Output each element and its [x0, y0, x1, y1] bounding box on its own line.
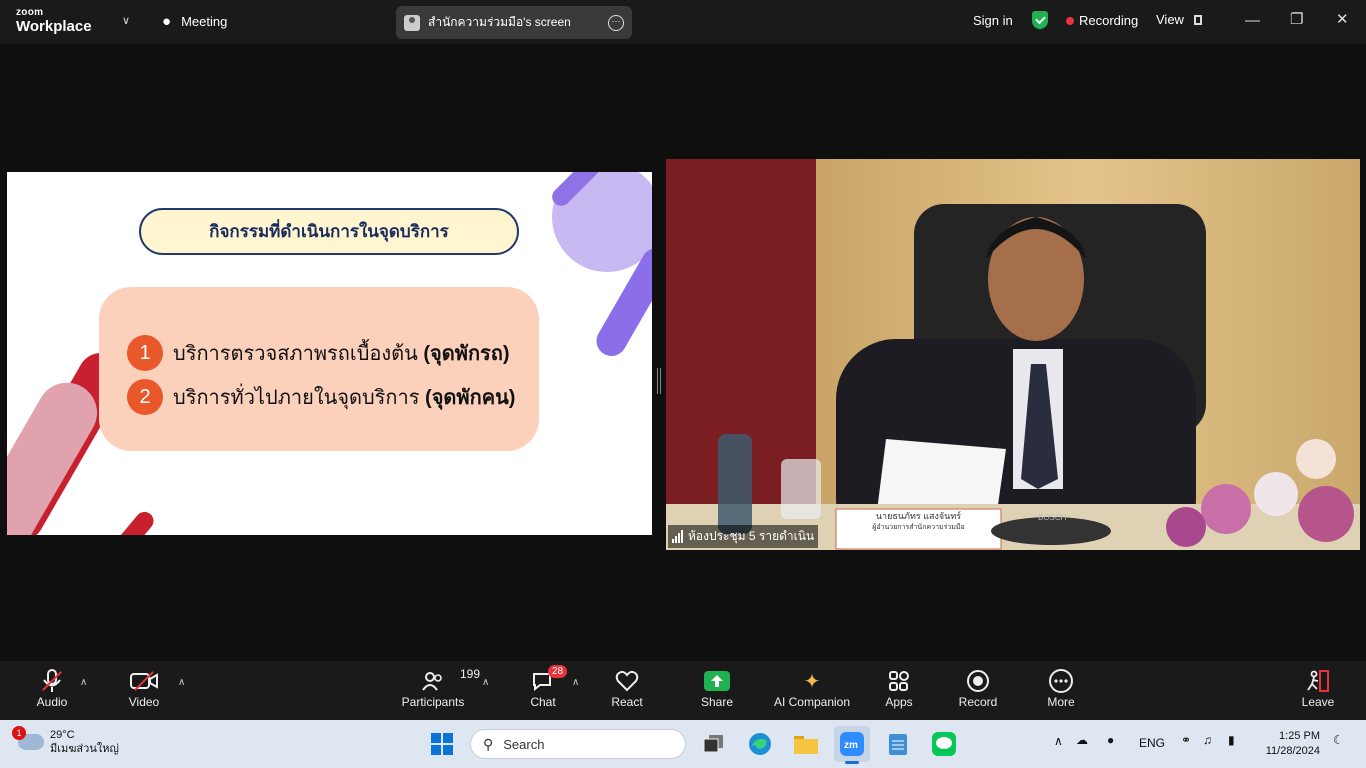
participants-count: 199: [460, 667, 481, 681]
record-icon: [966, 667, 990, 695]
apps-icon: [888, 667, 910, 695]
list-item: 2 บริการทั่วไปภายในจุดบริการ (จุดพักคน): [127, 379, 515, 415]
security-shield-icon[interactable]: [1032, 11, 1048, 29]
folder-icon: [794, 736, 818, 754]
start-button[interactable]: [424, 726, 460, 762]
chat-icon: 28: [532, 665, 568, 695]
taskbar-search-input[interactable]: ⚲ Search: [470, 729, 686, 759]
notepad-icon: [889, 734, 907, 755]
participants-icon: 199: [422, 667, 480, 695]
weather-widget[interactable]: 1 29°C มีเมฆส่วนใหญ่: [12, 726, 119, 757]
file-explorer-button[interactable]: [788, 726, 824, 762]
shared-slide: กิจกรรมที่ดำเนินการในจุดบริการ 1 บริการต…: [7, 172, 652, 535]
title-bar: zoom Workplace ∨ ● Meeting สำนักความร่วม…: [0, 0, 1366, 44]
chat-options-caret[interactable]: ∧: [572, 677, 579, 688]
microphone-muted-icon: [41, 667, 63, 695]
mic-brand-label: BOSCH: [1038, 513, 1067, 522]
recording-indicator[interactable]: Recording: [1066, 13, 1138, 28]
microphone-icon[interactable]: ●: [1107, 733, 1114, 747]
view-button[interactable]: View: [1156, 12, 1202, 27]
record-button[interactable]: Record: [933, 667, 1023, 709]
apps-button[interactable]: Apps: [854, 667, 944, 709]
user-avatar-icon: [404, 14, 420, 31]
split-view-resize-handle[interactable]: [657, 368, 661, 394]
windows-start-icon: [431, 733, 453, 755]
leave-icon: [1306, 667, 1330, 695]
number-badge: 2: [127, 379, 163, 415]
volume-icon[interactable]: ♫: [1203, 733, 1212, 747]
chat-button[interactable]: 28 Chat: [498, 665, 588, 709]
signal-strength-icon: [672, 530, 683, 543]
line-app-button[interactable]: [926, 726, 962, 762]
taskbar-apps: ⚲ Search zm: [424, 726, 962, 764]
more-button[interactable]: More: [1016, 667, 1106, 709]
more-icon: [1048, 667, 1074, 695]
zoom-app-button[interactable]: zm: [834, 726, 870, 764]
network-cloud-icon[interactable]: ☁: [1076, 733, 1088, 747]
close-icon[interactable]: ✕: [1336, 10, 1349, 28]
battery-icon[interactable]: ▮: [1228, 733, 1235, 747]
react-button[interactable]: React: [582, 667, 672, 709]
video-options-caret[interactable]: ∧: [178, 677, 185, 688]
notepad-button[interactable]: [880, 726, 916, 762]
sign-in-button[interactable]: Sign in: [973, 13, 1013, 28]
paw-icon: ●: [162, 13, 172, 30]
sparkle-icon: ✦: [803, 670, 821, 693]
heart-icon: [615, 667, 639, 695]
ai-companion-button[interactable]: ✦ AI Companion: [767, 667, 857, 710]
audio-button[interactable]: Audio: [7, 667, 97, 709]
system-clock[interactable]: 1:25 PM 11/28/2024: [1258, 729, 1320, 760]
weather-badge: 1: [12, 726, 26, 741]
leave-button[interactable]: Leave: [1273, 667, 1363, 709]
edge-browser-button[interactable]: [742, 726, 778, 762]
restore-icon[interactable]: ❐: [1290, 10, 1303, 28]
edge-icon: [749, 733, 771, 755]
participant-name-label: ห้องประชุม 5 รายดำเนิน: [668, 525, 819, 548]
line-icon: [932, 732, 956, 756]
meeting-info-button[interactable]: ● Meeting: [162, 13, 227, 30]
share-screen-icon: [704, 667, 730, 695]
windows-taskbar: 1 29°C มีเมฆส่วนใหญ่ ⚲ Search zm ∧ ☁ ● E…: [0, 720, 1366, 768]
search-icon: ⚲: [483, 735, 494, 752]
chat-badge: 28: [548, 665, 568, 678]
recording-dot-icon: [1066, 17, 1074, 25]
zoom-logo: zoom Workplace: [16, 7, 92, 35]
meeting-controls: Audio ∧ Video ∧ 199 Participants ∧ 28 Ch…: [0, 661, 1366, 720]
slide-content-box: 1 บริการตรวจสภาพรถเบื้องต้น (จุดพักรถ) 2…: [99, 287, 539, 451]
chevron-up-icon[interactable]: ∧: [1054, 734, 1063, 748]
svg-text:zm: zm: [844, 740, 858, 751]
screen-share-indicator[interactable]: สำนักความร่วมมือ's screen ···: [396, 6, 632, 39]
participant-video-tile[interactable]: นายธนภัทร แสงจันทร์ ผู้อำนวยการสำนักความ…: [666, 159, 1360, 550]
number-badge: 1: [127, 335, 163, 371]
share-button[interactable]: Share: [672, 667, 762, 709]
slide-title: กิจกรรมที่ดำเนินการในจุดบริการ: [139, 208, 519, 255]
cloud-icon: 1: [12, 726, 44, 751]
globe-icon[interactable]: ⚭: [1181, 733, 1191, 747]
audio-options-caret[interactable]: ∧: [80, 677, 87, 688]
video-frame: [666, 159, 1360, 550]
more-options-icon[interactable]: ···: [608, 14, 624, 31]
zoom-icon: zm: [840, 732, 864, 756]
task-view-icon: [703, 735, 723, 753]
nameplate: นายธนภัทร แสงจันทร์ ผู้อำนวยการสำนักความ…: [872, 511, 965, 531]
list-item: 1 บริการตรวจสภาพรถเบื้องต้น (จุดพักรถ): [127, 335, 510, 371]
participants-button[interactable]: 199 Participants: [388, 667, 480, 709]
view-layout-icon: [1193, 15, 1202, 25]
task-view-button[interactable]: [696, 726, 732, 762]
notifications-moon-icon[interactable]: ☾: [1333, 733, 1344, 747]
video-button[interactable]: Video: [99, 667, 189, 709]
chevron-down-icon[interactable]: ∨: [122, 14, 130, 27]
participants-options-caret[interactable]: ∧: [482, 677, 489, 688]
language-indicator[interactable]: ENG: [1139, 736, 1165, 750]
minimize-icon[interactable]: —: [1245, 12, 1260, 29]
camera-off-icon: [130, 667, 158, 695]
